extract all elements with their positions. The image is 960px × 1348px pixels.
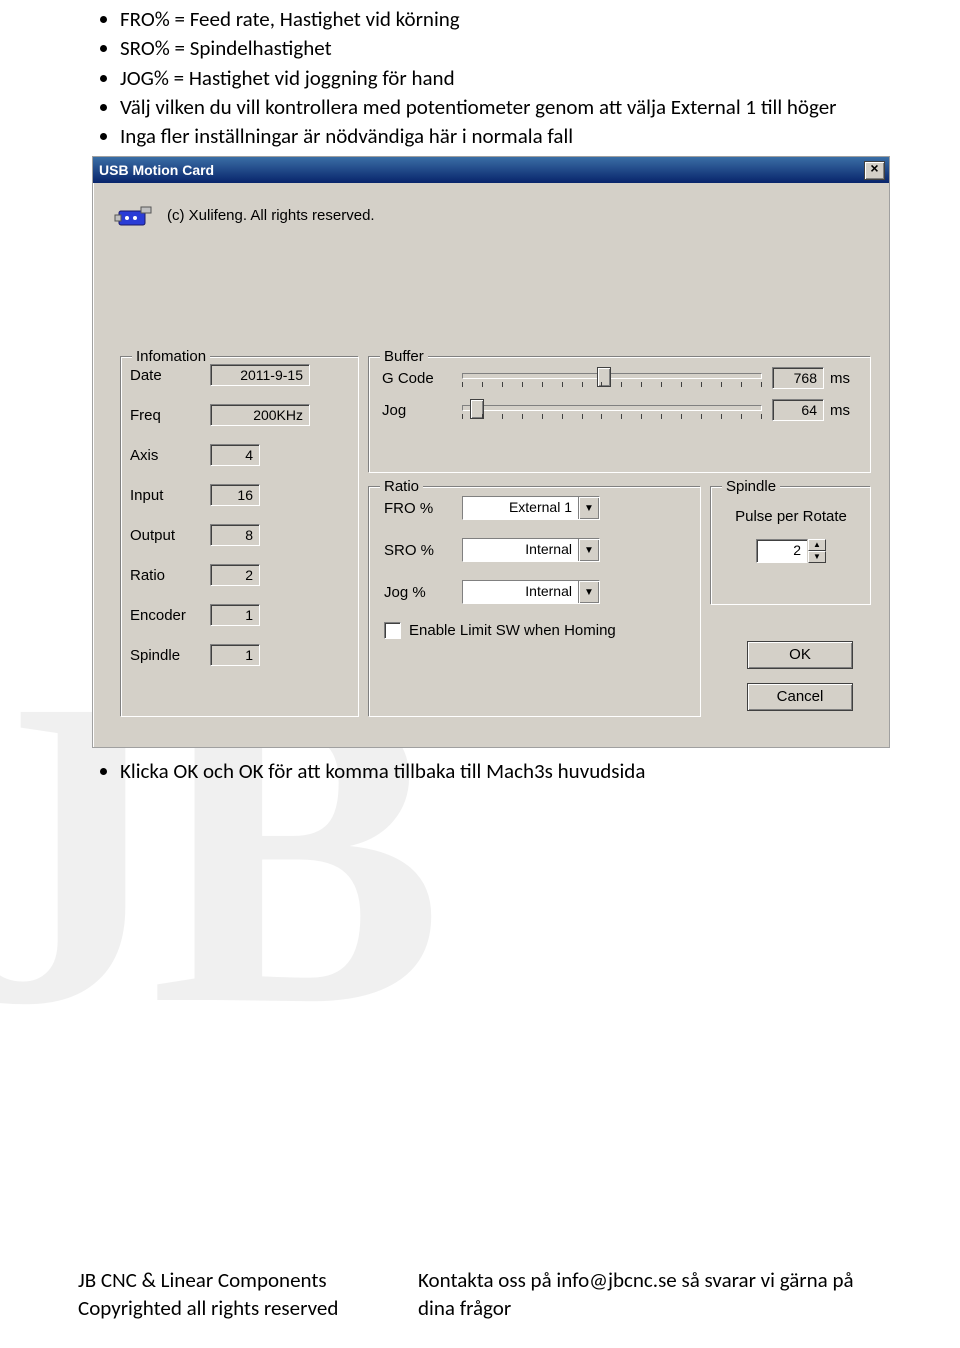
info-freq-label: Freq (130, 407, 210, 424)
footer-company: JB CNC & Linear Components (78, 1267, 418, 1294)
list-item: SRO% = Spindelhastighet (120, 35, 882, 62)
buffer-jog-label: Jog (382, 402, 452, 419)
combo-text: Internal (463, 581, 578, 603)
info-output-label: Output (130, 527, 210, 544)
about-row: (c) Xulifeng. All rights reserved. (113, 197, 875, 233)
info-encoder-label: Encoder (130, 607, 210, 624)
ratio-sro-combo[interactable]: Internal ▼ (462, 538, 600, 562)
list-item: JOG% = Hastighet vid joggning för hand (120, 65, 882, 92)
buffer-jog-slider[interactable] (458, 398, 766, 422)
info-spindle-value: 1 (210, 644, 260, 666)
buffer-jog-unit: ms (830, 402, 858, 419)
ratio-fro-combo[interactable]: External 1 ▼ (462, 496, 600, 520)
ratio-jog-label: Jog % (384, 584, 462, 601)
group-spindle: Spindle Pulse per Rotate 2 ▲ ▼ (711, 487, 871, 605)
spindle-ppr-spinner[interactable]: 2 ▲ ▼ (756, 539, 826, 563)
group-legend: Spindle (722, 478, 780, 495)
list-item: Klicka OK och OK för att komma tillbaka … (120, 758, 882, 785)
info-input-label: Input (130, 487, 210, 504)
bullet-list-bottom: Klicka OK och OK för att komma tillbaka … (78, 758, 882, 785)
info-input-value: 16 (210, 484, 260, 506)
info-ratio-label: Ratio (130, 567, 210, 584)
buffer-gcode-value: 768 (772, 367, 824, 389)
buffer-gcode-slider[interactable] (458, 366, 766, 390)
info-spindle-label: Spindle (130, 647, 210, 664)
spindle-ppr-label: Pulse per Rotate (712, 508, 870, 525)
spindle-ppr-value: 2 (756, 539, 808, 563)
buffer-gcode-unit: ms (830, 370, 858, 387)
spinner-up-icon[interactable]: ▲ (808, 539, 826, 551)
cancel-button[interactable]: Cancel (747, 683, 853, 711)
info-ratio-value: 2 (210, 564, 260, 586)
info-axis-value: 4 (210, 444, 260, 466)
info-date-label: Date (130, 367, 210, 384)
group-legend: Infomation (132, 348, 210, 365)
list-item: Inga fler inställningar är nödvändiga hä… (120, 123, 882, 150)
ok-button[interactable]: OK (747, 641, 853, 669)
footer-contact: Kontakta oss på info@jbcnc.se så svarar … (418, 1267, 882, 1322)
dialog-title: USB Motion Card (97, 162, 864, 178)
enable-limit-sw-checkbox[interactable] (384, 622, 401, 639)
ratio-jog-combo[interactable]: Internal ▼ (462, 580, 600, 604)
chevron-down-icon[interactable]: ▼ (578, 497, 599, 519)
ratio-sro-label: SRO % (384, 542, 462, 559)
combo-text: Internal (463, 539, 578, 561)
bullet-list-top: FRO% = Feed rate, Hastighet vid körning … (78, 6, 882, 150)
ratio-fro-label: FRO % (384, 500, 462, 517)
chevron-down-icon[interactable]: ▼ (578, 581, 599, 603)
usb-motion-card-dialog: USB Motion Card × (c) Xulifeng. All righ… (92, 156, 890, 748)
group-legend: Buffer (380, 348, 428, 365)
about-text: (c) Xulifeng. All rights reserved. (167, 207, 375, 224)
spinner-down-icon[interactable]: ▼ (808, 551, 826, 563)
group-buffer: Buffer G Code 768 ms Jog (369, 357, 871, 473)
chevron-down-icon[interactable]: ▼ (578, 539, 599, 561)
page-footer: JB CNC & Linear Components Copyrighted a… (78, 1267, 882, 1322)
close-button[interactable]: × (864, 161, 885, 180)
info-date-value: 2011-9-15 (210, 364, 310, 386)
info-axis-label: Axis (130, 447, 210, 464)
buffer-jog-value: 64 (772, 399, 824, 421)
group-legend: Ratio (380, 478, 423, 495)
group-information: Infomation Date2011-9-15 Freq200KHz Axis… (121, 357, 359, 717)
footer-copyright: Copyrighted all rights reserved (78, 1295, 418, 1322)
list-item: Välj vilken du vill kontrollera med pote… (120, 94, 882, 121)
buffer-gcode-label: G Code (382, 370, 452, 387)
combo-text: External 1 (463, 497, 578, 519)
info-freq-value: 200KHz (210, 404, 310, 426)
info-output-value: 8 (210, 524, 260, 546)
usb-card-icon (113, 197, 153, 233)
titlebar[interactable]: USB Motion Card × (93, 157, 889, 183)
group-ratio: Ratio FRO % External 1 ▼ SRO % Internal … (369, 487, 701, 717)
info-encoder-value: 1 (210, 604, 260, 626)
enable-limit-sw-label: Enable Limit SW when Homing (409, 622, 616, 639)
list-item: FRO% = Feed rate, Hastighet vid körning (120, 6, 882, 33)
